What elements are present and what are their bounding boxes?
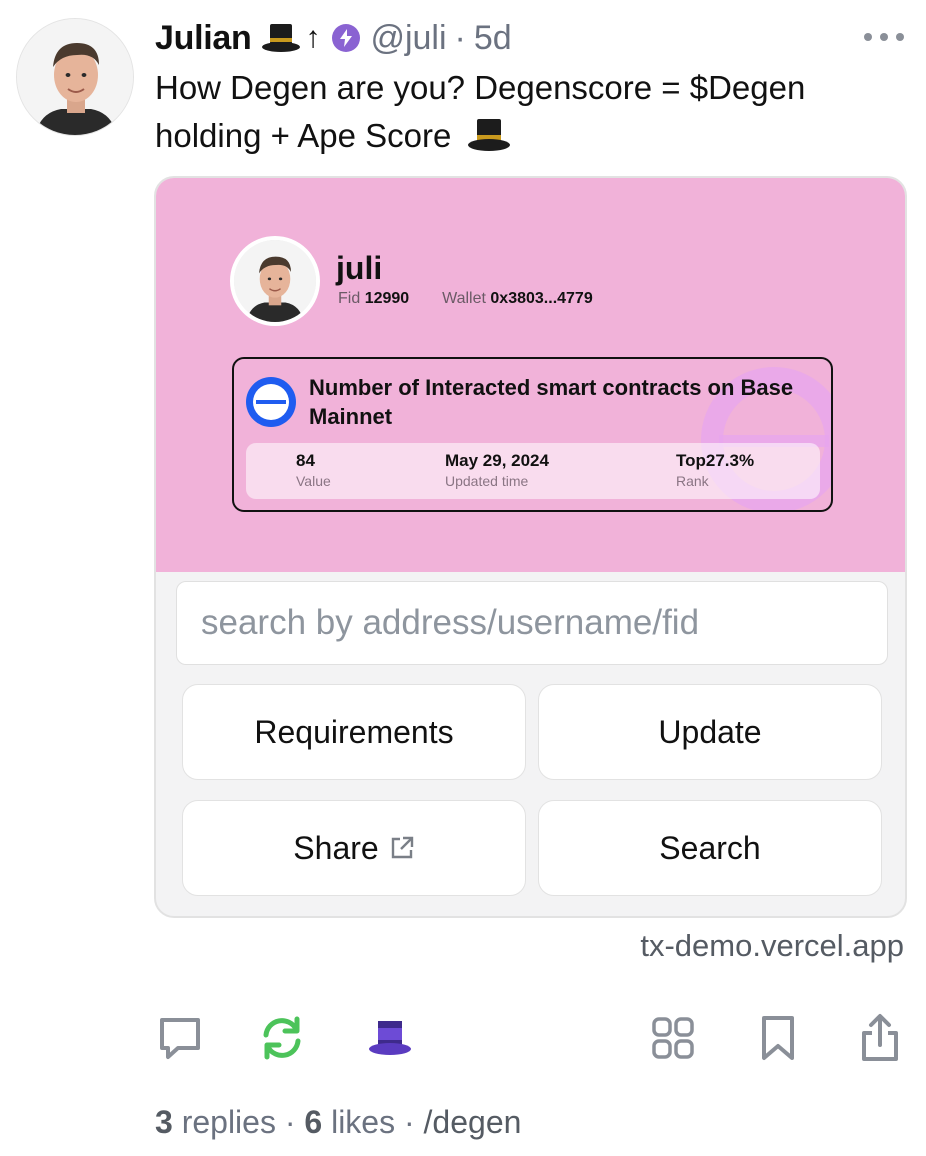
power-badge-icon: [332, 24, 361, 52]
separator-dot: ·: [403, 1104, 424, 1140]
separator-dot: ·: [454, 18, 466, 57]
requirements-button-label: Requirements: [254, 713, 454, 750]
replies-label[interactable]: replies: [182, 1104, 276, 1140]
comment-icon[interactable]: [152, 1008, 208, 1068]
replies-count[interactable]: 3: [155, 1104, 173, 1140]
stat-rank-label: Rank: [676, 473, 709, 489]
likes-count[interactable]: 6: [304, 1104, 322, 1140]
search-button-label: Search: [659, 829, 761, 866]
more-options-icon[interactable]: [864, 22, 904, 52]
stat-card-values: 84 Value May 29, 2024 Updated time Top27…: [246, 443, 820, 499]
frame-domain[interactable]: tx-demo.vercel.app: [640, 928, 904, 964]
stat-rank: Top27.3% Rank: [676, 451, 754, 489]
stat-rank-value: Top27.3%: [676, 451, 755, 470]
fid-label: Fid: [338, 290, 361, 307]
stat-updated-time-value: May 29, 2024: [445, 451, 549, 470]
cast-text: How Degen are you? Degenscore = $Degen h…: [155, 64, 895, 166]
author-avatar[interactable]: [16, 18, 134, 136]
stat-card-title: Number of Interacted smart contracts on …: [309, 375, 794, 429]
wallet-value: 0x3803...4779: [490, 290, 593, 307]
base-logo-icon: [246, 377, 296, 427]
frame-profile-name: juli: [336, 250, 383, 286]
frame-search-input[interactable]: [176, 581, 888, 665]
share-icon[interactable]: [852, 1008, 908, 1068]
top-hat-icon: [466, 117, 512, 166]
share-button-label: Share: [293, 829, 379, 866]
update-button-label: Update: [658, 713, 762, 750]
tip-hat-icon[interactable]: [362, 1008, 418, 1068]
stat-updated-time: May 29, 2024 Updated time: [445, 451, 549, 489]
frame-image[interactable]: juli Fid 12990 Wallet 0x3803...4779 Numb…: [156, 178, 905, 572]
stat-updated-time-label: Updated time: [445, 473, 529, 489]
cast-age[interactable]: 5d: [474, 19, 512, 58]
wallet-label: Wallet: [442, 290, 486, 307]
author-username[interactable]: @juli: [370, 19, 446, 58]
frame-profile-avatar: [230, 236, 320, 326]
bookmark-icon[interactable]: [750, 1008, 806, 1068]
search-button[interactable]: Search: [538, 800, 882, 896]
separator-dot: ·: [284, 1104, 305, 1140]
requirements-button[interactable]: Requirements: [182, 684, 526, 780]
stat-card: Number of Interacted smart contracts on …: [232, 357, 833, 512]
stat-value: 84 Value: [296, 451, 331, 489]
likes-label[interactable]: likes: [331, 1104, 395, 1140]
fid-value: 12990: [364, 290, 410, 307]
cast-header: Julian ↑ @juli · 5d: [155, 14, 906, 62]
stat-value-label: Value: [296, 473, 331, 489]
frame-profile-meta: Fid 12990 Wallet 0x3803...4779: [338, 290, 593, 308]
grid-icon[interactable]: [645, 1008, 701, 1068]
external-link-icon: [389, 835, 415, 861]
arrow-up-icon: ↑: [305, 21, 321, 54]
action-bar: [0, 1008, 926, 1068]
frame-embed: juli Fid 12990 Wallet 0x3803...4779 Numb…: [154, 176, 907, 918]
author-display-name[interactable]: Julian: [155, 19, 252, 58]
share-button[interactable]: Share: [182, 800, 526, 896]
cast-stats: 3 replies · 6 likes · /degen: [155, 1104, 521, 1141]
channel-link[interactable]: /degen: [424, 1104, 522, 1140]
top-hat-icon: [261, 22, 301, 54]
update-button[interactable]: Update: [538, 684, 882, 780]
stat-value-number: 84: [296, 451, 315, 470]
recast-icon[interactable]: [254, 1008, 310, 1068]
